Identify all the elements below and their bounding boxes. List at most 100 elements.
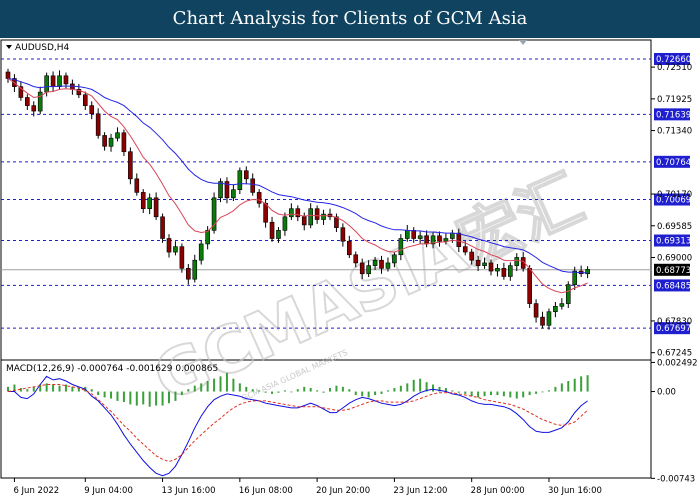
- x-tick-label-5: 23 Jun 12:00: [393, 486, 447, 496]
- macd-histogram-bar-21: [142, 391, 145, 405]
- macd-histogram-bar-26: [174, 391, 177, 401]
- x-tick-label-7: 30 Jun 16:00: [548, 486, 602, 496]
- macd-histogram-bar-20: [135, 391, 138, 406]
- x-tick-label-6: 28 Jun 00:00: [471, 486, 525, 496]
- macd-histogram-bar-88: [573, 378, 576, 392]
- y-tick-label-3: 0.70170: [657, 190, 692, 200]
- macd-histogram-bar-34: [225, 372, 228, 392]
- x-tick-label-4: 20 Jun 20:00: [316, 486, 370, 496]
- level-label-1: 0.71639: [656, 110, 691, 120]
- x-tick-label-3: 16 Jun 08:00: [239, 486, 293, 496]
- symbol-label: AUDUSD,H4: [15, 43, 70, 53]
- candle-32: [211, 192, 217, 234]
- macd-histogram-bar-17: [116, 391, 119, 401]
- y-tick-label-7: 0.67245: [657, 349, 692, 359]
- macd-histogram-bar-4: [32, 386, 35, 392]
- macd-histogram-bar-6: [45, 383, 48, 392]
- macd-histogram-bar-14: [97, 391, 100, 396]
- macd-histogram-bar-30: [200, 383, 203, 392]
- macd-histogram-bar-0: [7, 386, 9, 392]
- macd-histogram-bar-43: [283, 390, 286, 392]
- macd-histogram-bar-8: [58, 385, 61, 392]
- macd-y-tick-label-1: 0.00: [657, 388, 676, 398]
- macd-histogram-bar-3: [26, 389, 29, 392]
- macd-histogram-bar-83: [541, 391, 544, 393]
- macd-histogram-bar-18: [122, 391, 125, 403]
- y-tick-label-2: 0.71340: [657, 127, 692, 137]
- macd-histogram-bar-70: [457, 391, 460, 393]
- macd-histogram-bar-78: [509, 391, 512, 398]
- macd-histogram-bar-66: [432, 384, 435, 392]
- macd-histogram-bar-35: [232, 378, 235, 392]
- y-tick-label-1: 0.71925: [657, 95, 692, 105]
- macd-histogram-bar-28: [187, 389, 190, 392]
- macd-histogram-bar-89: [580, 376, 583, 392]
- candle-19: [128, 147, 133, 185]
- macd-histogram-bar-47: [309, 388, 312, 392]
- macd-histogram-bar-36: [238, 383, 241, 392]
- macd-histogram-bar-73: [477, 391, 480, 398]
- macd-histogram-bar-80: [522, 391, 525, 398]
- macd-histogram-bar-40: [264, 391, 267, 393]
- macd-histogram-bar-56: [367, 391, 370, 398]
- macd-histogram-bar-52: [341, 386, 344, 392]
- macd-histogram-bar-60: [393, 388, 396, 392]
- y-tick-label-4: 0.69585: [657, 222, 692, 232]
- macd-histogram-bar-42: [277, 391, 280, 393]
- macd-histogram-bar-7: [52, 384, 55, 392]
- macd-histogram-bar-33: [219, 376, 222, 392]
- macd-histogram-bar-39: [258, 390, 261, 392]
- macd-histogram-bar-25: [168, 391, 170, 404]
- macd-histogram-bar-86: [560, 383, 563, 392]
- candle-24: [160, 213, 165, 243]
- macd-histogram-bar-51: [335, 385, 338, 392]
- macd-histogram-bar-15: [103, 391, 106, 398]
- macd-histogram-bar-50: [329, 388, 331, 392]
- macd-histogram-bar-72: [470, 391, 473, 397]
- macd-histogram-bar-82: [535, 391, 538, 394]
- macd-histogram-bar-48: [316, 390, 319, 392]
- macd-histogram-bar-10: [71, 386, 74, 392]
- macd-histogram-bar-32: [213, 378, 216, 392]
- macd-y-tick-label-2: -0.00743: [657, 474, 695, 484]
- macd-histogram-bar-16: [110, 391, 113, 399]
- macd-histogram-bar-76: [496, 391, 499, 396]
- level-label-2: 0.70764: [656, 158, 691, 168]
- macd-histogram-bar-23: [155, 391, 158, 406]
- macd-histogram-bar-58: [380, 391, 383, 394]
- macd-histogram-bar-53: [348, 389, 351, 392]
- candle-27: [179, 243, 185, 273]
- macd-histogram-bar-61: [399, 385, 402, 392]
- macd-histogram-bar-13: [90, 389, 93, 392]
- macd-histogram-bar-45: [296, 389, 299, 392]
- macd-y-tick-label-0: 0.002492: [657, 358, 698, 368]
- macd-histogram-bar-90: [586, 375, 589, 392]
- macd-histogram-bar-77: [502, 391, 505, 397]
- macd-histogram-bar-84: [547, 390, 550, 392]
- macd-histogram-bar-74: [483, 391, 486, 397]
- macd-histogram-bar-19: [129, 391, 132, 405]
- macd-histogram-bar-85: [554, 386, 557, 392]
- macd-histogram-bar-87: [567, 381, 570, 392]
- y-tick-label-6: 0.67830: [657, 317, 692, 327]
- macd-label: MACD(12,26,9) -0.000764 -0.001629 0.0008…: [6, 364, 218, 374]
- macd-histogram-bar-31: [206, 381, 209, 392]
- macd-histogram-bar-69: [451, 390, 454, 392]
- macd-histogram-bar-27: [180, 391, 183, 396]
- macd-histogram-bar-29: [193, 385, 196, 392]
- macd-histogram-bar-55: [361, 391, 364, 397]
- macd-histogram-bar-79: [515, 391, 518, 399]
- macd-histogram-bar-62: [406, 383, 409, 392]
- macd-histogram-bar-22: [148, 391, 151, 407]
- macd-histogram-bar-44: [290, 391, 293, 393]
- chart-banner: Chart Analysis for Clients of GCM Asia: [0, 0, 700, 38]
- macd-histogram-bar-37: [245, 386, 248, 392]
- x-tick-label-1: 9 Jun 04:00: [84, 486, 133, 496]
- y-tick-label-0: 0.72510: [657, 63, 692, 73]
- x-tick-label-0: 6 Jun 2022: [13, 486, 59, 496]
- macd-histogram-bar-41: [271, 391, 274, 394]
- macd-histogram-bar-71: [464, 391, 467, 394]
- macd-histogram-bar-54: [354, 391, 357, 396]
- current-price-label: 0.68773: [656, 266, 691, 276]
- macd-histogram-bar-46: [303, 386, 306, 392]
